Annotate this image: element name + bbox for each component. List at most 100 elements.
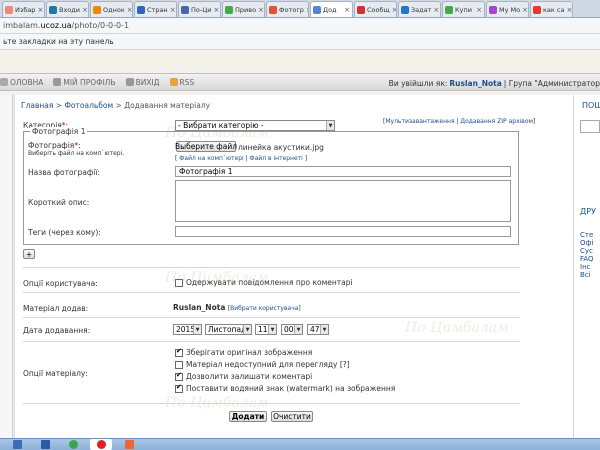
category-select[interactable]: - Вибрати категорію - ▼ (175, 120, 335, 131)
favicon-icon (5, 5, 13, 14)
browser-tab[interactable]: Сообщ × (354, 1, 397, 17)
year-select[interactable]: 2015 ▼ (173, 324, 202, 335)
close-icon[interactable]: × (35, 6, 43, 14)
option-checkbox[interactable] (175, 383, 183, 393)
minute-select[interactable]: 47 ▼ (307, 324, 329, 335)
logged-in-info: Ви увійшли як: Ruslan_Nota | Група "Админи… (388, 78, 600, 88)
sidebar-link[interactable]: Інс (580, 263, 591, 271)
choose-user-link[interactable]: Вибрати користувача (230, 305, 298, 312)
divider (23, 341, 520, 342)
notify-option[interactable]: Одержувати повідомлення про коментарі (175, 278, 353, 287)
favicon-icon (401, 5, 409, 14)
clear-button[interactable]: Очистити (271, 411, 313, 422)
day-select[interactable]: 11 ▼ (255, 324, 277, 335)
sidebar-link[interactable]: FAQ (580, 255, 594, 263)
sidebar-header-friends: ДРУ (580, 207, 596, 216)
submit-button[interactable]: Додати (229, 411, 267, 422)
browser-tab[interactable]: Входи × (46, 1, 89, 17)
browser-tab[interactable]: Однок × (90, 1, 133, 17)
address-domain: ucoz.ua (40, 21, 72, 30)
material-option[interactable]: Поставити водяний знак (watermark) на зо… (175, 383, 395, 393)
close-icon[interactable]: × (390, 6, 396, 14)
browser-tab[interactable]: Купи × (442, 1, 485, 17)
hour-select[interactable]: 00 ▼ (281, 324, 303, 335)
added-by-row: Ruslan_Nota [Вибрати користувача] (173, 303, 301, 312)
photo-name-input[interactable]: Фотографія 1 (175, 166, 511, 177)
nav-rss[interactable]: RSS (169, 78, 194, 87)
multi-upload-link[interactable]: Мультизавантаження (385, 118, 454, 125)
browser-tab[interactable]: Фотогр× (266, 1, 309, 17)
material-option[interactable]: Дозволити залишати коментарі (175, 371, 312, 381)
sidebar-link[interactable]: Всі (580, 271, 591, 279)
left-column (0, 95, 13, 438)
close-icon[interactable]: × (474, 6, 482, 14)
chevron-down-icon: ▼ (193, 325, 201, 334)
favicon-icon (533, 5, 541, 14)
nav-home[interactable]: ОЛОВНА (0, 78, 43, 87)
zip-upload-link[interactable]: Додавання ZIP архівом (460, 118, 533, 125)
close-icon[interactable]: × (304, 6, 308, 14)
address-bar[interactable]: imbalam. ucoz.ua/photo/0-0-0-1 (0, 18, 600, 34)
notify-checkbox[interactable] (175, 279, 183, 287)
add-photo-button[interactable]: + (23, 249, 35, 259)
favicon-icon (93, 5, 101, 14)
choose-file-button[interactable]: Выберите файл (175, 141, 237, 152)
option-checkbox[interactable] (175, 347, 183, 357)
close-icon[interactable]: × (520, 6, 528, 14)
sidebar-link[interactable]: Офі (580, 239, 593, 247)
favicon-icon (269, 5, 277, 14)
browser-tab[interactable]: My Mo × (486, 1, 529, 17)
browser-tab[interactable]: Дод × (310, 1, 353, 17)
file-local-link[interactable]: Файл на комп`ютері (179, 155, 243, 162)
bookmarks-bar: ьте закладки на эту панель (0, 34, 600, 50)
close-icon[interactable]: × (80, 6, 88, 14)
upload-links: [Мультизавантаження | Додавання ZIP архі… (383, 118, 536, 125)
browser-tab[interactable]: как са × (530, 1, 573, 17)
material-opts-label: Опції матеріалу: (23, 369, 88, 378)
option-checkbox[interactable] (175, 361, 183, 369)
taskbar-word-icon[interactable] (34, 439, 56, 450)
tags-input[interactable] (175, 226, 511, 237)
tags-label: Теги (через кому): (28, 228, 101, 237)
divider (23, 317, 520, 318)
taskbar-opera-icon[interactable] (90, 439, 112, 450)
browser-tab[interactable]: Стран × (134, 1, 177, 17)
close-icon[interactable]: × (342, 6, 350, 14)
sidebar-link[interactable]: Сте (580, 231, 593, 239)
favicon-icon (313, 5, 321, 14)
taskbar-windows-icon[interactable] (6, 439, 28, 450)
sidebar-search-input[interactable] (580, 120, 600, 133)
close-icon[interactable]: × (125, 6, 132, 14)
sidebar-link[interactable]: Сус (580, 247, 593, 255)
taskbar-app-icon[interactable] (118, 439, 140, 450)
username-link[interactable]: Ruslan_Nota (449, 79, 501, 88)
nav-profile[interactable]: МІЙ ПРОФІЛЬ (53, 78, 116, 87)
browser-tab[interactable]: По-Ци × (178, 1, 221, 17)
taskbar-chrome-icon[interactable] (62, 439, 84, 450)
chevron-down-icon: ▼ (243, 325, 251, 334)
chevron-down-icon: ▼ (326, 121, 334, 130)
breadcrumb-current: Додавання матеріалу (124, 101, 211, 110)
month-select[interactable]: Листопад ▼ (205, 324, 252, 335)
close-icon[interactable]: × (256, 6, 264, 14)
nav-logout[interactable]: ВИХІД (125, 78, 160, 87)
breadcrumb-home[interactable]: Главная (21, 101, 53, 110)
browser-tab[interactable]: Приво × (222, 1, 265, 17)
divider (23, 292, 520, 293)
breadcrumb-album[interactable]: Фотоальбом (64, 101, 113, 110)
close-icon[interactable]: × (211, 6, 219, 14)
close-icon[interactable]: × (168, 6, 176, 14)
date-label: Дата додавання: (23, 326, 91, 335)
material-option[interactable]: Зберігати оригінал зображення (175, 347, 312, 357)
file-source-links: [ Файл на комп`ютері | Файл в інтернеті … (175, 155, 308, 162)
short-desc-textarea[interactable] (175, 180, 511, 222)
chevron-down-icon: ▼ (320, 325, 328, 334)
material-option[interactable]: Матеріал недоступний для перегляду [?] (175, 360, 350, 369)
close-icon[interactable]: × (431, 6, 439, 14)
close-icon[interactable]: × (564, 6, 572, 14)
browser-tab[interactable]: Избар × (2, 1, 45, 17)
file-web-link[interactable]: Файл в інтернеті (250, 155, 303, 162)
option-checkbox[interactable] (175, 371, 183, 381)
logout-icon (125, 78, 134, 86)
browser-tab[interactable]: Задат × (398, 1, 441, 17)
